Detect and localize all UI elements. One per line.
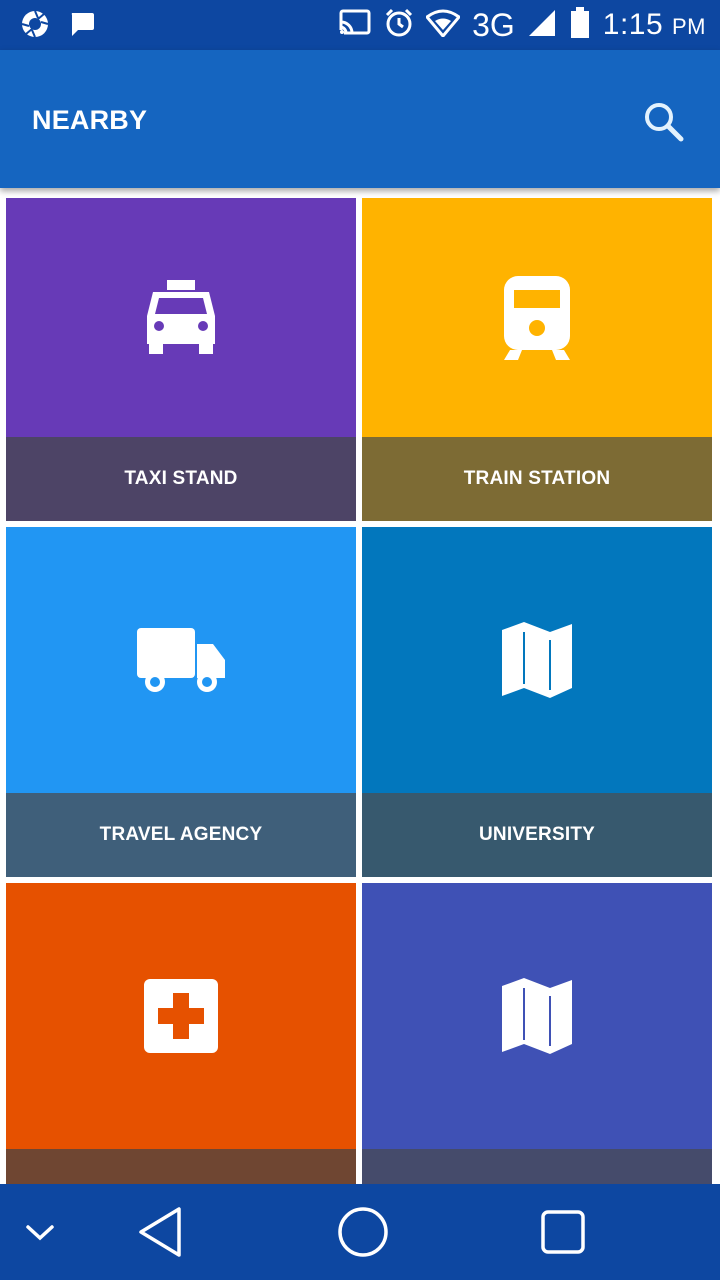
tile-map[interactable] [362, 883, 712, 1184]
search-icon [645, 103, 684, 142]
navigation-bar [0, 1184, 720, 1280]
tile-image [362, 198, 712, 437]
tile-label [362, 1149, 712, 1184]
tile-travel-agency[interactable]: TRAVEL AGENCY [6, 527, 356, 877]
back-icon [139, 1207, 181, 1257]
taxi-icon [147, 279, 215, 354]
train-icon [504, 275, 570, 360]
tile-label [6, 1149, 356, 1184]
signal-icon [527, 8, 557, 43]
back-button[interactable] [130, 1184, 190, 1280]
status-bar: 3G 1:15 PM [0, 0, 720, 50]
tile-train-station[interactable]: TRAIN STATION [362, 198, 712, 521]
home-button[interactable] [330, 1184, 396, 1280]
alarm-icon [384, 8, 414, 43]
tile-image [362, 883, 712, 1149]
tile-image [6, 527, 356, 793]
clock: 1:15 PM [602, 8, 706, 41]
shutter-icon [20, 9, 50, 44]
message-icon [68, 10, 96, 43]
tile-label: TRAIN STATION [362, 437, 712, 521]
app-bar: NEARBY [0, 50, 720, 188]
wifi-icon [424, 9, 462, 42]
network-type: 3G [472, 6, 515, 43]
status-right-icons: 3G 1:15 PM [338, 6, 706, 44]
truck-icon [137, 628, 225, 692]
medical-icon [144, 979, 218, 1053]
page-title: NEARBY [32, 105, 148, 135]
tile-label: UNIVERSITY [362, 793, 712, 877]
recents-icon [541, 1210, 585, 1254]
home-icon [338, 1207, 388, 1257]
tile-medical[interactable] [6, 883, 356, 1184]
tile-university[interactable]: UNIVERSITY [362, 527, 712, 877]
cast-icon [338, 8, 372, 43]
tile-image [6, 883, 356, 1149]
map-icon [502, 978, 572, 1054]
battery-icon [569, 6, 591, 44]
search-button[interactable] [642, 100, 686, 144]
status-left-icons [20, 9, 96, 44]
map-icon [502, 622, 572, 698]
tile-taxi-stand[interactable]: TAXI STAND [6, 198, 356, 521]
tile-label: TAXI STAND [6, 437, 356, 521]
tile-image [362, 527, 712, 793]
chevron-down-icon [26, 1225, 54, 1241]
tile-image [6, 198, 356, 437]
tile-label: TRAVEL AGENCY [6, 793, 356, 877]
recents-button[interactable] [532, 1184, 594, 1280]
category-grid: TAXI STAND TRAIN STATION TRAVEL AGENCY U… [0, 188, 720, 1184]
hide-nav-button[interactable] [14, 1184, 66, 1280]
